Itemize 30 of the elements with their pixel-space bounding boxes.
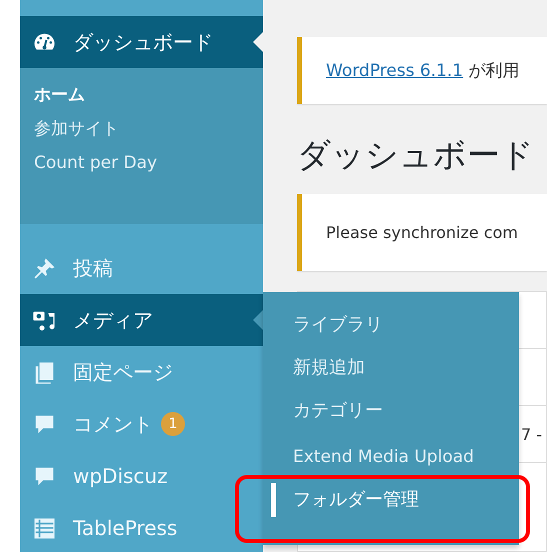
menu-item[interactable]: 投稿 bbox=[20, 242, 263, 294]
menu-item[interactable]: wpDiscuz bbox=[20, 450, 263, 502]
count-badge: 1 bbox=[161, 412, 185, 436]
menu-item[interactable]: コメント 1 bbox=[20, 398, 263, 450]
flyout-item[interactable]: Extend Media Upload bbox=[263, 446, 519, 468]
notice-text: WordPress 6.1.1 が利用 bbox=[326, 60, 520, 82]
menu-item[interactable]: メディア bbox=[20, 294, 263, 346]
pushpin-icon bbox=[32, 256, 57, 280]
menu-label: TablePress bbox=[73, 516, 178, 540]
notice-text: Please synchronize com bbox=[326, 223, 518, 242]
table-icon bbox=[32, 516, 57, 540]
menu-label: コメント bbox=[73, 410, 153, 438]
submenu-item[interactable]: Count per Day bbox=[34, 152, 249, 174]
page-heading: ダッシュボード bbox=[297, 134, 535, 176]
flyout-item[interactable]: カテゴリー bbox=[263, 400, 519, 422]
panel-text: 7 - bbox=[520, 424, 542, 444]
menu-label: メディア bbox=[73, 306, 153, 334]
flyout-item[interactable]: フォルダー管理 bbox=[271, 483, 519, 517]
menu-label: ダッシュボード bbox=[73, 28, 213, 56]
flyout-item[interactable]: 新規追加 bbox=[263, 357, 519, 379]
menu-label: 投稿 bbox=[73, 254, 113, 282]
menu-item[interactable]: TablePress bbox=[20, 502, 263, 552]
update-link[interactable]: WordPress 6.1.1 bbox=[326, 61, 464, 81]
submenu-item[interactable]: ホーム bbox=[34, 84, 249, 106]
menu-item[interactable]: 固定ページ bbox=[20, 346, 263, 398]
menu-item[interactable]: ダッシュボード bbox=[20, 16, 263, 68]
flyout-item[interactable]: ライブラリ bbox=[263, 314, 519, 336]
menu-label: 固定ページ bbox=[73, 358, 173, 386]
menu-label: wpDiscuz bbox=[73, 464, 168, 488]
submenu-item[interactable]: 参加サイト bbox=[34, 118, 249, 140]
